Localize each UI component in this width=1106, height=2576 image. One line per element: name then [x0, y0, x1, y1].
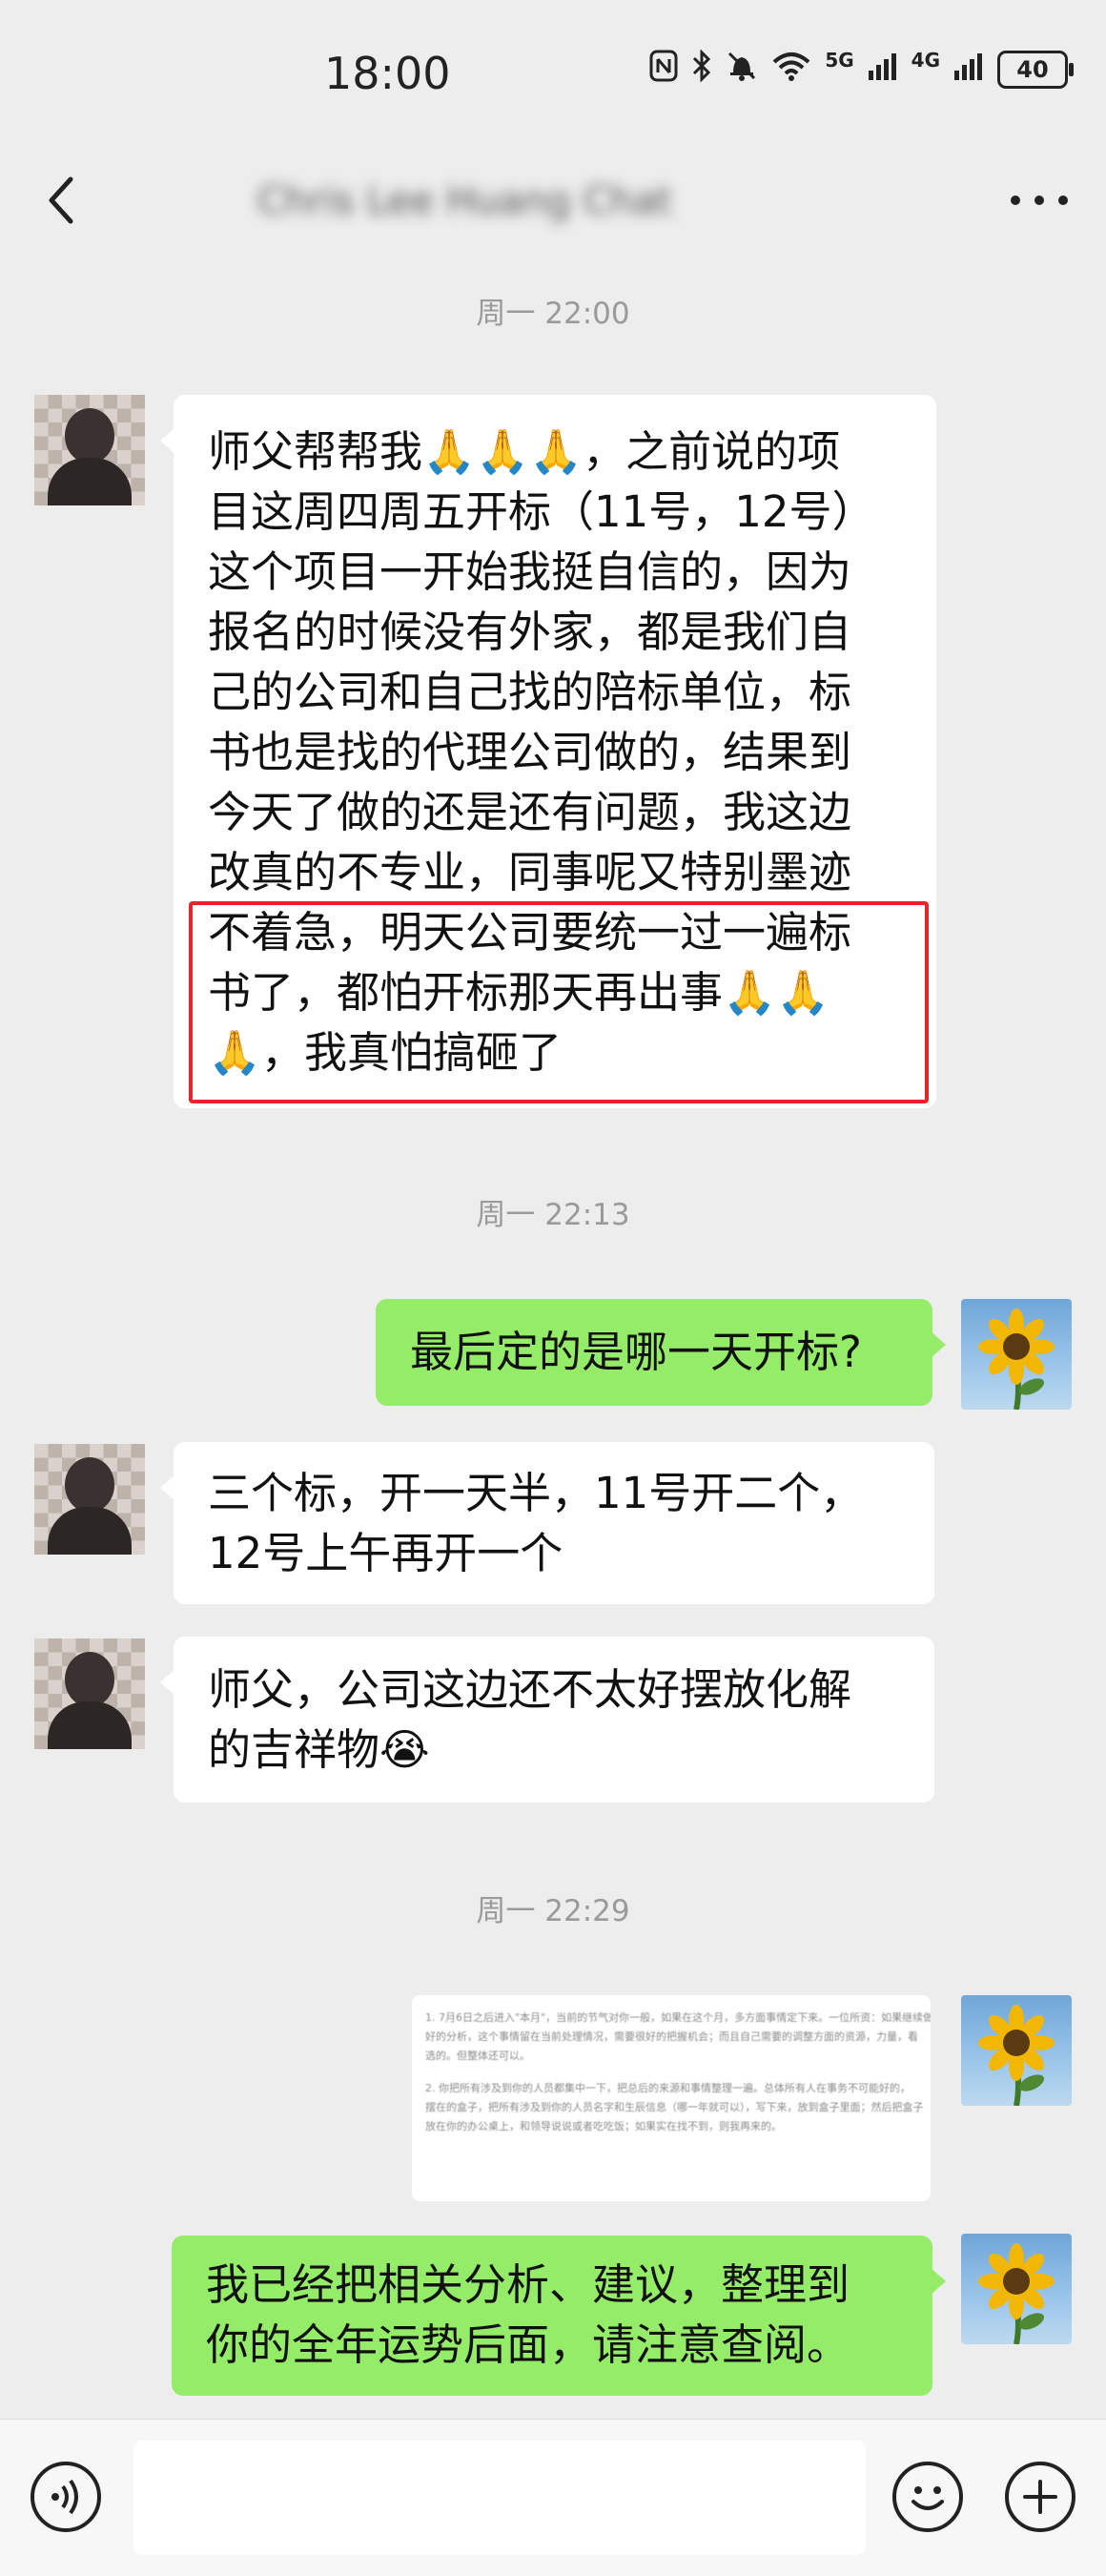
- more-dots-icon[interactable]: [1011, 186, 1068, 215]
- document-preview-card[interactable]: 1. 7月6日之后进入"本月"，当前的节气对你一般，如果在这个月，多方面事情定下…: [412, 1995, 931, 2201]
- document-line: 2. 你把所有涉及到你的人员都集中一下，把总后的来源和事情整理一遍。总体所有人在…: [425, 2082, 911, 2094]
- status-icons: 5G 4G 40: [649, 49, 1074, 90]
- nfc-icon: [649, 50, 678, 90]
- message-line: 三个标，开一天半，11号开二个，: [208, 1468, 864, 1518]
- battery-level: 40: [1016, 56, 1049, 83]
- document-line: 1. 7月6日之后进入"本月"，当前的节气对你一般，如果在这个月，多方面事情定下…: [425, 2011, 931, 2024]
- highlight-annotation-box: [189, 901, 929, 1103]
- battery-icon: 40: [997, 51, 1074, 89]
- timestamp: 周一 22:00: [476, 297, 630, 331]
- message-line: 12号上午再开一个: [208, 1528, 563, 1578]
- message-line: 师父，公司这边还不太好摆放化解: [208, 1664, 852, 1715]
- sunflower-icon: [978, 2005, 1055, 2106]
- input-bar: [0, 2419, 1106, 2576]
- incoming-message-bubble[interactable]: 师父，公司这边还不太好摆放化解 的吉祥物😭: [160, 1637, 934, 1803]
- message-line: 最后定的是哪一天开标?: [410, 1327, 862, 1377]
- chat-header: Chris Lee Huang Chat: [0, 143, 1106, 267]
- chevron-left-icon[interactable]: [40, 172, 82, 229]
- message-line: 的吉祥物😭: [208, 1724, 430, 1775]
- sunflower-icon: [978, 1309, 1055, 1410]
- avatar[interactable]: [34, 1444, 145, 1555]
- wifi-icon: [771, 51, 811, 89]
- document-preview-text: 1. 7月6日之后进入"本月"，当前的节气对你一般，如果在这个月，多方面事情定下…: [412, 1995, 931, 2150]
- plus-icon[interactable]: [1005, 2462, 1075, 2532]
- message-line: 今天了做的还是还有问题，我这边: [208, 787, 852, 837]
- message-line: 改真的不专业，同事呢又特别墨迹: [208, 847, 852, 897]
- document-line: 选的。但整体还可以。: [425, 2050, 530, 2062]
- message-line: 书也是找的代理公司做的，结果到: [208, 727, 852, 777]
- document-line: 摆在的盒子，把所有涉及到你的人员名字和生辰信息（哪一年就可以），写下来，放到盒子…: [425, 2101, 924, 2113]
- outgoing-message-bubble[interactable]: 最后定的是哪一天开标?: [376, 1299, 946, 1406]
- signal-4g-label: 4G: [911, 49, 940, 72]
- avatar[interactable]: [34, 395, 145, 505]
- status-time: 18:00: [324, 48, 451, 99]
- message-line: 这个项目一开始我挺自信的，因为: [208, 546, 852, 597]
- signal-5g-label: 5G: [825, 49, 854, 72]
- timestamp: 周一 22:13: [476, 1198, 630, 1232]
- avatar[interactable]: [961, 2234, 1072, 2344]
- voice-icon[interactable]: [31, 2462, 101, 2532]
- chat-title: Chris Lee Huang Chat: [257, 179, 672, 223]
- message-line: 我已经把相关分析、建议，整理到: [206, 2259, 850, 2310]
- mute-icon: [726, 50, 758, 90]
- avatar[interactable]: [961, 1299, 1072, 1410]
- message-line: 己的公司和自己找的陪标单位，标: [208, 667, 852, 717]
- status-bar: 18:00 5G 4G 40: [0, 0, 1106, 143]
- emoji-icon[interactable]: [892, 2462, 963, 2532]
- message-line: 师父帮帮我🙏🙏🙏，之前说的项: [208, 426, 841, 477]
- message-line: 你的全年运势后面，请注意查阅。: [206, 2319, 850, 2370]
- avatar[interactable]: [34, 1638, 145, 1749]
- outgoing-message-bubble[interactable]: 我已经把相关分析、建议，整理到 你的全年运势后面，请注意查阅。: [172, 2236, 946, 2396]
- timestamp: 周一 22:29: [476, 1894, 630, 1928]
- message-line: 报名的时候没有外家，都是我们自: [208, 607, 852, 657]
- document-line: 好的分析，这个事情留在当前处理情况，需要很好的把握机会；而且自己需要的调整方面的…: [425, 2030, 918, 2043]
- signal-icon: [953, 52, 984, 88]
- message-line: 目这周四周五开标（11号，12号）: [208, 486, 875, 537]
- document-line: 放在你的办公桌上，和领导说说或者吃吃饭；如果实在找不到，则我再来的。: [425, 2120, 782, 2133]
- signal-icon: [868, 52, 898, 88]
- message-input[interactable]: [133, 2441, 866, 2555]
- incoming-message-bubble[interactable]: 三个标，开一天半，11号开二个， 12号上午再开一个: [160, 1442, 934, 1604]
- sunflower-icon: [978, 2243, 1055, 2344]
- avatar[interactable]: [961, 1995, 1072, 2106]
- bluetooth-icon: [691, 49, 712, 90]
